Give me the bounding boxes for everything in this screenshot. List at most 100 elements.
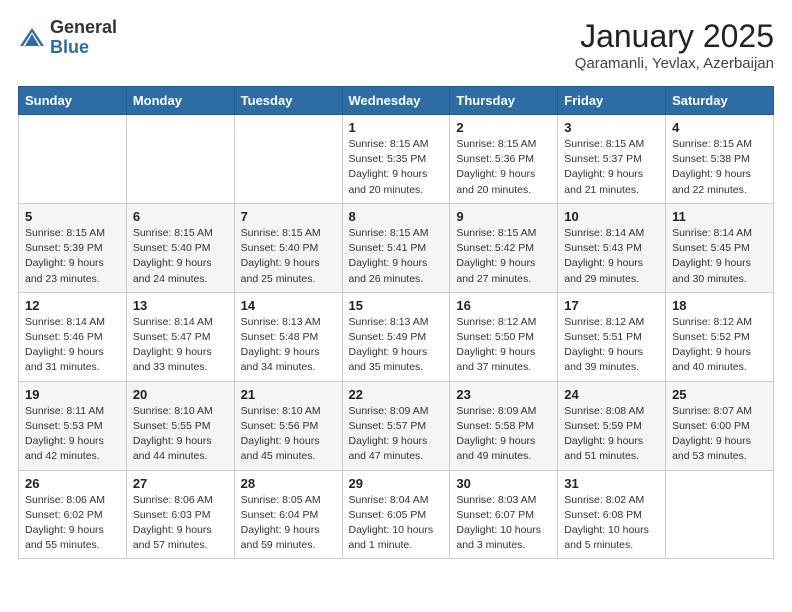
day-info: Sunrise: 8:05 AM Sunset: 6:04 PM Dayligh… bbox=[241, 493, 336, 554]
day-info: Sunrise: 8:06 AM Sunset: 6:02 PM Dayligh… bbox=[25, 493, 120, 554]
col-header-saturday: Saturday bbox=[666, 87, 774, 115]
day-number: 25 bbox=[672, 387, 767, 402]
col-header-tuesday: Tuesday bbox=[234, 87, 342, 115]
calendar-cell: 1 Sunrise: 8:15 AM Sunset: 5:35 PM Daylig… bbox=[342, 115, 450, 204]
calendar-cell: 8Sunrise: 8:15 AM Sunset: 5:41 PM Daylig… bbox=[342, 203, 450, 292]
logo-text: General Blue bbox=[50, 18, 117, 58]
day-info: Sunrise: 8:15 AM Sunset: 5:40 PM Dayligh… bbox=[133, 226, 228, 287]
day-info: Sunrise: 8:12 AM Sunset: 5:52 PM Dayligh… bbox=[672, 315, 767, 376]
calendar-cell: 9 Sunrise: 8:15 AM Sunset: 5:42 PM Daylig… bbox=[450, 203, 558, 292]
page-subtitle: Qaramanli, Yevlax, Azerbaijan bbox=[575, 55, 774, 72]
calendar-week-row: 1 Sunrise: 8:15 AM Sunset: 5:35 PM Daylig… bbox=[19, 115, 774, 204]
calendar-cell: 10Sunrise: 8:14 AM Sunset: 5:43 PM Dayli… bbox=[558, 203, 666, 292]
calendar-header-row: SundayMondayTuesdayWednesdayThursdayFrid… bbox=[19, 87, 774, 115]
day-info: Sunrise: 8:15 AM Sunset: 5:36 PM Dayligh… bbox=[456, 137, 551, 198]
calendar-cell: 20Sunrise: 8:10 AM Sunset: 5:55 PM Dayli… bbox=[126, 381, 234, 470]
calendar-cell: 18 Sunrise: 8:12 AM Sunset: 5:52 PM Dayli… bbox=[666, 292, 774, 381]
day-info: Sunrise: 8:09 AM Sunset: 5:57 PM Dayligh… bbox=[349, 404, 444, 465]
day-number: 30 bbox=[456, 476, 551, 491]
calendar-cell: 3 Sunrise: 8:15 AM Sunset: 5:37 PM Daylig… bbox=[558, 115, 666, 204]
day-info: Sunrise: 8:15 AM Sunset: 5:37 PM Dayligh… bbox=[564, 137, 659, 198]
day-number: 21 bbox=[241, 387, 336, 402]
day-number: 11 bbox=[672, 209, 767, 224]
calendar-cell bbox=[19, 115, 127, 204]
day-number: 17 bbox=[564, 298, 659, 313]
day-number: 18 bbox=[672, 298, 767, 313]
day-number: 6 bbox=[133, 209, 228, 224]
day-info: Sunrise: 8:06 AM Sunset: 6:03 PM Dayligh… bbox=[133, 493, 228, 554]
day-number: 19 bbox=[25, 387, 120, 402]
day-info: Sunrise: 8:08 AM Sunset: 5:59 PM Dayligh… bbox=[564, 404, 659, 465]
day-info: Sunrise: 8:15 AM Sunset: 5:41 PM Dayligh… bbox=[349, 226, 444, 287]
calendar-table: SundayMondayTuesdayWednesdayThursdayFrid… bbox=[18, 86, 774, 559]
day-number: 31 bbox=[564, 476, 659, 491]
day-info: Sunrise: 8:15 AM Sunset: 5:42 PM Dayligh… bbox=[456, 226, 551, 287]
day-number: 23 bbox=[456, 387, 551, 402]
calendar-week-row: 19Sunrise: 8:11 AM Sunset: 5:53 PM Dayli… bbox=[19, 381, 774, 470]
calendar-cell: 26 Sunrise: 8:06 AM Sunset: 6:02 PM Dayli… bbox=[19, 470, 127, 559]
day-number: 24 bbox=[564, 387, 659, 402]
calendar-cell: 19Sunrise: 8:11 AM Sunset: 5:53 PM Dayli… bbox=[19, 381, 127, 470]
day-info: Sunrise: 8:12 AM Sunset: 5:51 PM Dayligh… bbox=[564, 315, 659, 376]
calendar-cell: 23 Sunrise: 8:09 AM Sunset: 5:58 PM Dayli… bbox=[450, 381, 558, 470]
day-info: Sunrise: 8:15 AM Sunset: 5:35 PM Dayligh… bbox=[349, 137, 444, 198]
calendar-cell: 16 Sunrise: 8:12 AM Sunset: 5:50 PM Dayli… bbox=[450, 292, 558, 381]
logo-blue-text: Blue bbox=[50, 38, 117, 58]
day-number: 4 bbox=[672, 120, 767, 135]
day-info: Sunrise: 8:13 AM Sunset: 5:49 PM Dayligh… bbox=[349, 315, 444, 376]
col-header-friday: Friday bbox=[558, 87, 666, 115]
calendar-cell: 29 Sunrise: 8:04 AM Sunset: 6:05 PM Dayli… bbox=[342, 470, 450, 559]
day-number: 27 bbox=[133, 476, 228, 491]
calendar-cell: 6 Sunrise: 8:15 AM Sunset: 5:40 PM Daylig… bbox=[126, 203, 234, 292]
day-number: 29 bbox=[349, 476, 444, 491]
col-header-sunday: Sunday bbox=[19, 87, 127, 115]
calendar-cell: 25Sunrise: 8:07 AM Sunset: 6:00 PM Dayli… bbox=[666, 381, 774, 470]
logo: General Blue bbox=[18, 18, 117, 58]
calendar-cell: 7 Sunrise: 8:15 AM Sunset: 5:40 PM Daylig… bbox=[234, 203, 342, 292]
day-info: Sunrise: 8:13 AM Sunset: 5:48 PM Dayligh… bbox=[241, 315, 336, 376]
calendar-cell: 12Sunrise: 8:14 AM Sunset: 5:46 PM Dayli… bbox=[19, 292, 127, 381]
day-info: Sunrise: 8:15 AM Sunset: 5:40 PM Dayligh… bbox=[241, 226, 336, 287]
day-number: 26 bbox=[25, 476, 120, 491]
page-container: General Blue January 2025 Qaramanli, Yev… bbox=[0, 0, 792, 569]
day-number: 12 bbox=[25, 298, 120, 313]
day-info: Sunrise: 8:10 AM Sunset: 5:56 PM Dayligh… bbox=[241, 404, 336, 465]
calendar-cell: 5Sunrise: 8:15 AM Sunset: 5:39 PM Daylig… bbox=[19, 203, 127, 292]
day-number: 9 bbox=[456, 209, 551, 224]
day-info: Sunrise: 8:10 AM Sunset: 5:55 PM Dayligh… bbox=[133, 404, 228, 465]
day-number: 22 bbox=[349, 387, 444, 402]
day-info: Sunrise: 8:15 AM Sunset: 5:39 PM Dayligh… bbox=[25, 226, 120, 287]
day-number: 14 bbox=[241, 298, 336, 313]
col-header-thursday: Thursday bbox=[450, 87, 558, 115]
day-info: Sunrise: 8:03 AM Sunset: 6:07 PM Dayligh… bbox=[456, 493, 551, 554]
calendar-cell: 28Sunrise: 8:05 AM Sunset: 6:04 PM Dayli… bbox=[234, 470, 342, 559]
calendar-week-row: 12Sunrise: 8:14 AM Sunset: 5:46 PM Dayli… bbox=[19, 292, 774, 381]
calendar-cell: 4 Sunrise: 8:15 AM Sunset: 5:38 PM Daylig… bbox=[666, 115, 774, 204]
logo-general-text: General bbox=[50, 18, 117, 38]
calendar-cell bbox=[126, 115, 234, 204]
calendar-cell: 21 Sunrise: 8:10 AM Sunset: 5:56 PM Dayli… bbox=[234, 381, 342, 470]
calendar-cell: 14 Sunrise: 8:13 AM Sunset: 5:48 PM Dayli… bbox=[234, 292, 342, 381]
col-header-monday: Monday bbox=[126, 87, 234, 115]
day-info: Sunrise: 8:15 AM Sunset: 5:38 PM Dayligh… bbox=[672, 137, 767, 198]
logo-icon bbox=[18, 24, 46, 52]
calendar-cell: 13Sunrise: 8:14 AM Sunset: 5:47 PM Dayli… bbox=[126, 292, 234, 381]
calendar-cell: 15Sunrise: 8:13 AM Sunset: 5:49 PM Dayli… bbox=[342, 292, 450, 381]
day-info: Sunrise: 8:04 AM Sunset: 6:05 PM Dayligh… bbox=[349, 493, 444, 554]
calendar-cell bbox=[234, 115, 342, 204]
day-number: 3 bbox=[564, 120, 659, 135]
calendar-cell bbox=[666, 470, 774, 559]
day-number: 1 bbox=[349, 120, 444, 135]
day-number: 10 bbox=[564, 209, 659, 224]
day-number: 7 bbox=[241, 209, 336, 224]
col-header-wednesday: Wednesday bbox=[342, 87, 450, 115]
header: General Blue January 2025 Qaramanli, Yev… bbox=[18, 18, 774, 72]
calendar-cell: 24 Sunrise: 8:08 AM Sunset: 5:59 PM Dayli… bbox=[558, 381, 666, 470]
day-number: 16 bbox=[456, 298, 551, 313]
day-info: Sunrise: 8:12 AM Sunset: 5:50 PM Dayligh… bbox=[456, 315, 551, 376]
title-section: January 2025 Qaramanli, Yevlax, Azerbaij… bbox=[575, 18, 774, 72]
day-number: 13 bbox=[133, 298, 228, 313]
day-info: Sunrise: 8:09 AM Sunset: 5:58 PM Dayligh… bbox=[456, 404, 551, 465]
calendar-cell: 31 Sunrise: 8:02 AM Sunset: 6:08 PM Dayli… bbox=[558, 470, 666, 559]
day-info: Sunrise: 8:02 AM Sunset: 6:08 PM Dayligh… bbox=[564, 493, 659, 554]
